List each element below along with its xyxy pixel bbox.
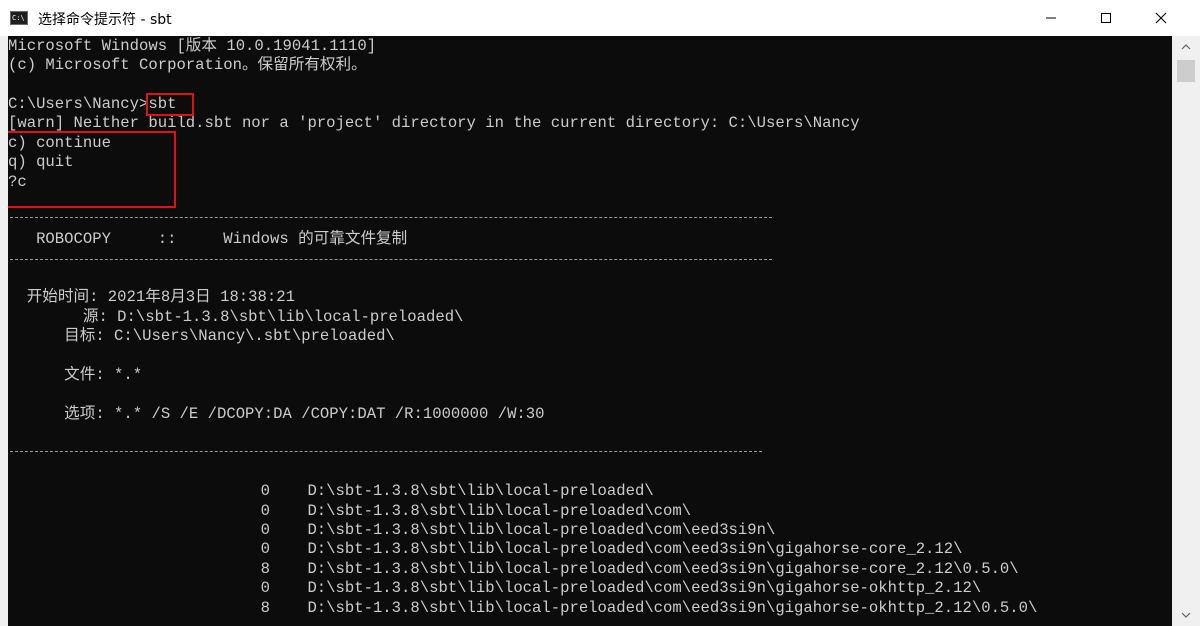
- minimize-button[interactable]: [1028, 0, 1074, 36]
- left-window-edge: [0, 36, 8, 626]
- scroll-thumb[interactable]: [1177, 60, 1195, 82]
- command-prompt-window: C:\ 选择命令提示符 - sbt Microsoft Windows [版本 …: [0, 0, 1200, 626]
- console-line: 文件: *.*: [8, 366, 143, 384]
- maximize-icon: [1101, 13, 1111, 23]
- cmd-app-icon[interactable]: C:\: [10, 11, 28, 25]
- console-line: 选项: *.* /S /E /DCOPY:DA /COPY:DAT /R:100…: [8, 405, 545, 423]
- console-output[interactable]: Microsoft Windows [版本 10.0.19041.1110] (…: [8, 36, 1172, 626]
- highlight-continue-quit: [8, 131, 176, 208]
- console-line: ROBOCOPY :: Windows 的可靠文件复制: [8, 230, 408, 248]
- cmd-icon-text: C:\: [12, 14, 25, 22]
- console-line: 源: D:\sbt-1.3.8\sbt\lib\local-preloaded\: [8, 308, 464, 326]
- title-bar[interactable]: C:\ 选择命令提示符 - sbt: [0, 0, 1200, 37]
- console-line: 目标: C:\Users\Nancy\.sbt\preloaded\: [8, 327, 395, 345]
- console-line: 0 D:\sbt-1.3.8\sbt\lib\local-preloaded\c…: [8, 502, 692, 520]
- console-line: 8 D:\sbt-1.3.8\sbt\lib\local-preloaded\c…: [8, 560, 1019, 578]
- window-title: 选择命令提示符 - sbt: [38, 12, 172, 28]
- separator-line: [10, 259, 772, 260]
- console-line: 开始时间: 2021年8月3日 18:38:21: [8, 288, 295, 306]
- maximize-button[interactable]: [1083, 0, 1129, 36]
- close-button[interactable]: [1138, 0, 1184, 36]
- vertical-scrollbar[interactable]: [1172, 36, 1200, 626]
- console-line: 0 D:\sbt-1.3.8\sbt\lib\local-preloaded\: [8, 482, 654, 500]
- console-line: (c) Microsoft Corporation。保留所有权利。: [8, 56, 367, 74]
- highlight-sbt-command: [146, 93, 194, 116]
- chevron-up-icon: [1181, 44, 1191, 50]
- scroll-up-button[interactable]: [1172, 38, 1200, 56]
- close-icon: [1155, 12, 1167, 24]
- console-line: Microsoft Windows [版本 10.0.19041.1110]: [8, 37, 377, 55]
- separator-line: [10, 217, 772, 218]
- console-line: 0 D:\sbt-1.3.8\sbt\lib\local-preloaded\c…: [8, 540, 963, 558]
- separator-line: [10, 451, 762, 452]
- console-line: 0 D:\sbt-1.3.8\sbt\lib\local-preloaded\c…: [8, 579, 982, 597]
- scroll-down-button[interactable]: [1172, 606, 1200, 624]
- minimize-icon: [1046, 17, 1056, 19]
- console-line: 8 D:\sbt-1.3.8\sbt\lib\local-preloaded\c…: [8, 599, 1038, 617]
- console-line: 0 D:\sbt-1.3.8\sbt\lib\local-preloaded\c…: [8, 521, 776, 539]
- chevron-down-icon: [1181, 612, 1191, 618]
